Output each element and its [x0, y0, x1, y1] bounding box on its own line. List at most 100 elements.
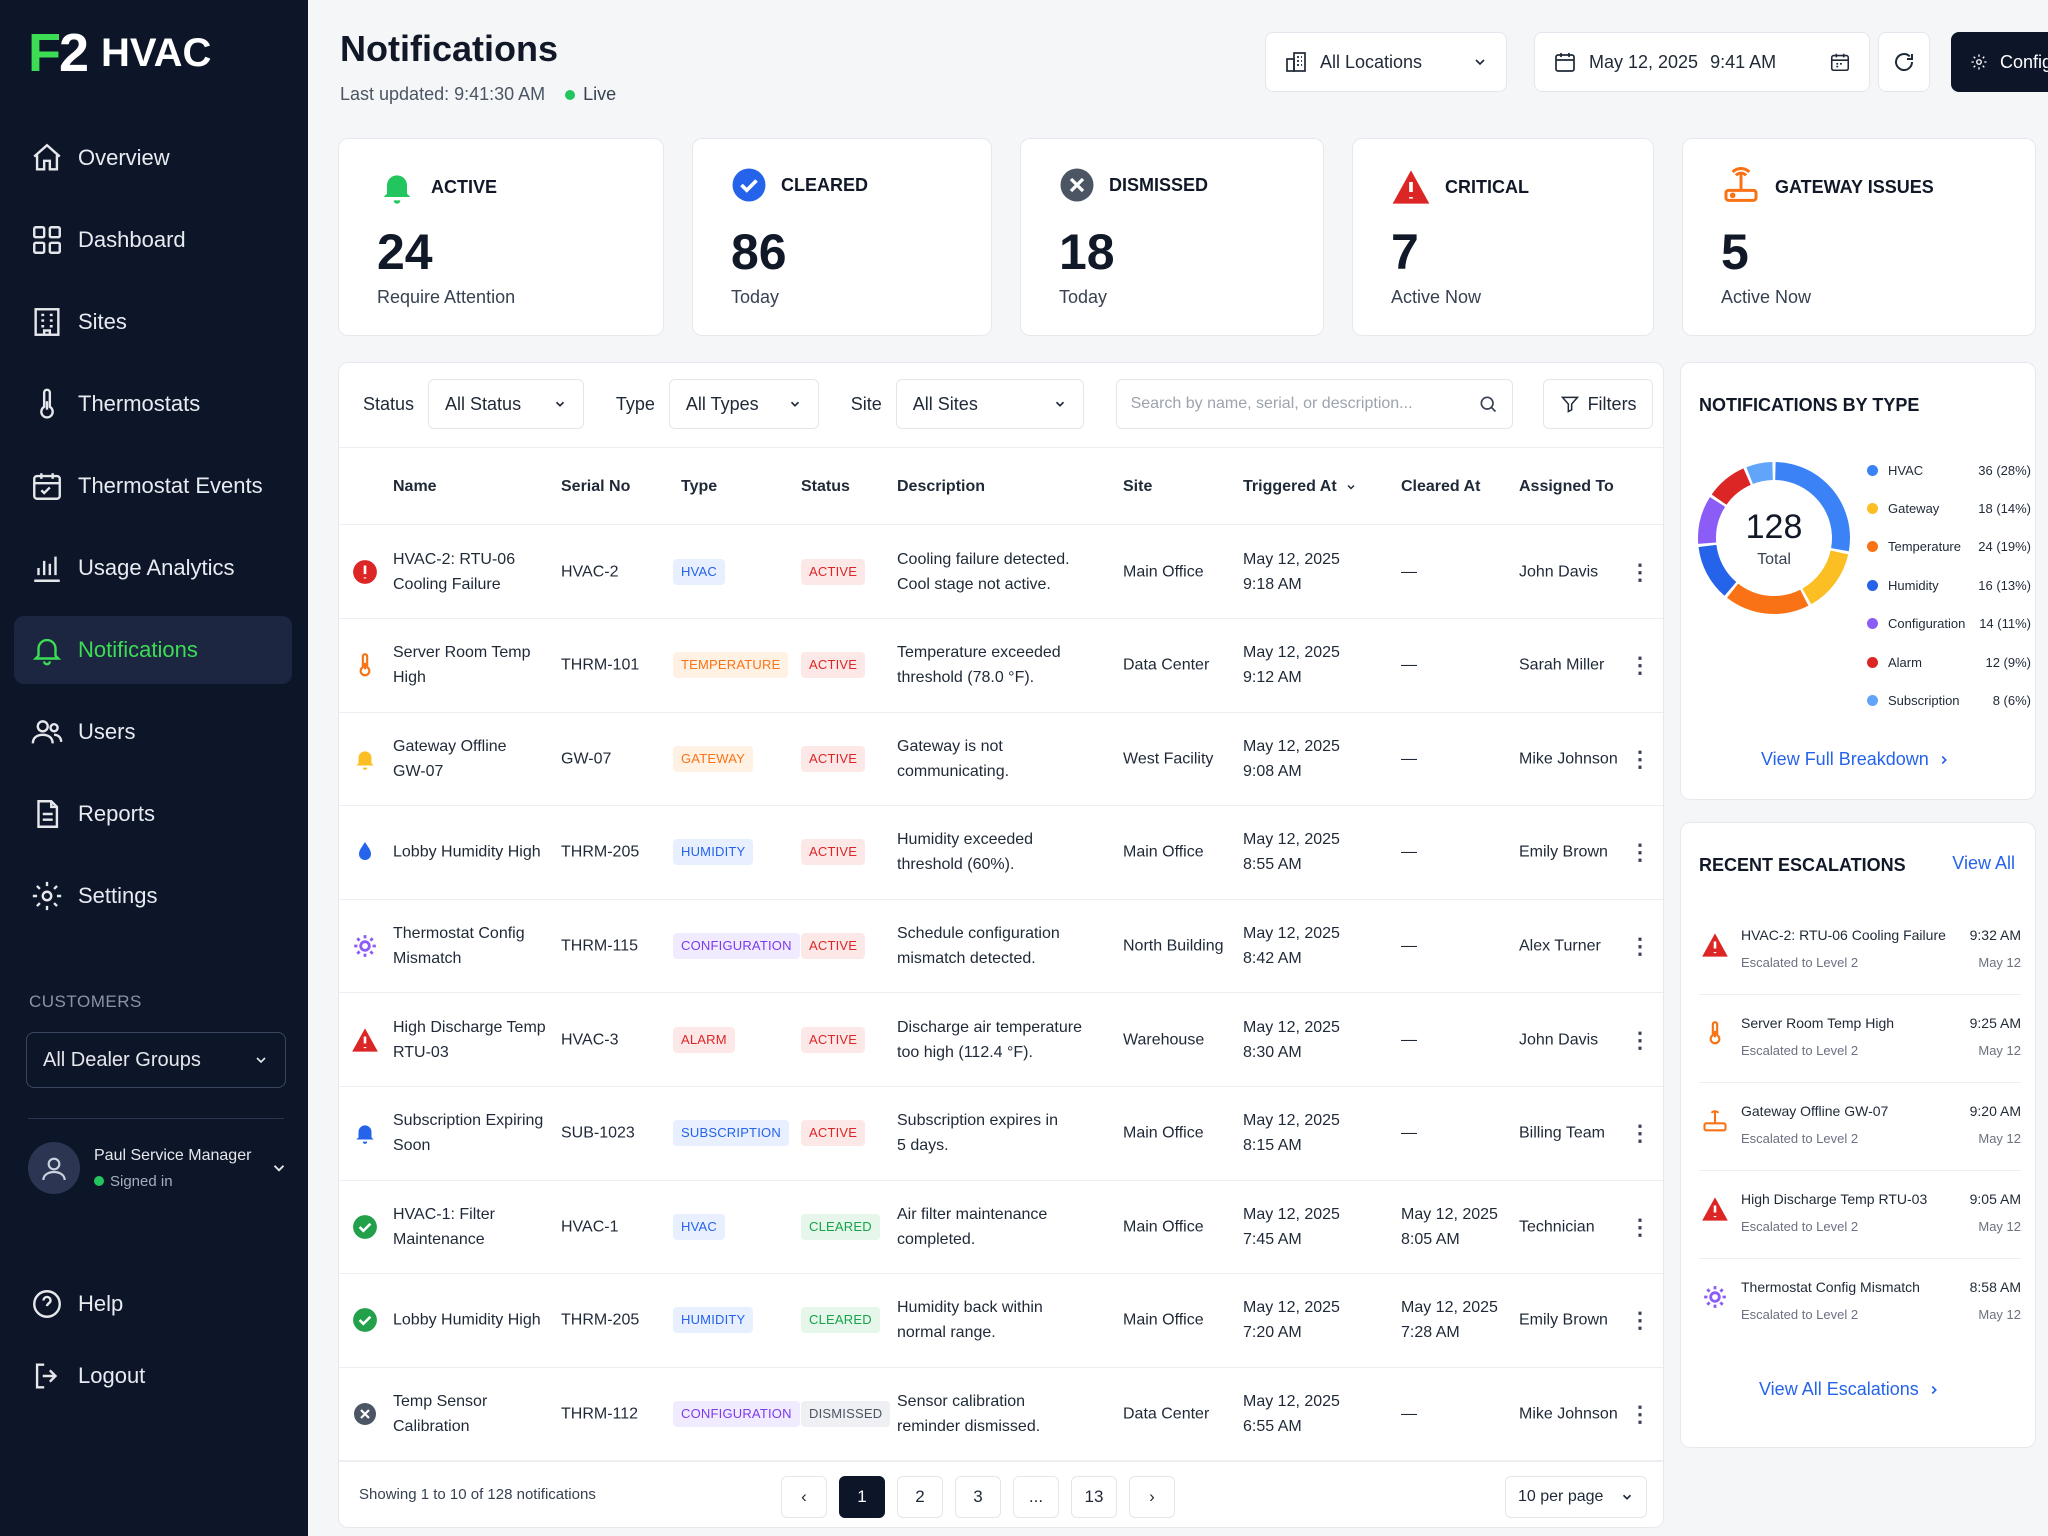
- nav-item-thermostat-events[interactable]: Thermostat Events: [14, 452, 292, 520]
- row-menu-icon[interactable]: ⋮: [1629, 746, 1651, 771]
- row-menu-icon[interactable]: ⋮: [1629, 1401, 1651, 1426]
- column-header-name[interactable]: Name: [393, 478, 437, 496]
- legend-item[interactable]: Gateway 18 (14%): [1867, 489, 2031, 527]
- status-filter-label: Status: [363, 393, 415, 414]
- nav-item-dashboard[interactable]: Dashboard: [14, 206, 292, 274]
- search-input[interactable]: Search by name, serial, or description..…: [1115, 379, 1514, 429]
- refresh-button[interactable]: [1878, 32, 1930, 92]
- row-name-line: RTU-03: [393, 1043, 449, 1061]
- column-header-status[interactable]: Status: [801, 478, 850, 496]
- page-button[interactable]: 13: [1071, 1476, 1117, 1518]
- escalation-item[interactable]: High Discharge Temp RTU-03 Escalated to L…: [1699, 1171, 2021, 1259]
- row-triggered-date: May 12, 2025: [1243, 924, 1340, 942]
- page-button[interactable]: 2: [897, 1476, 943, 1518]
- brand-logo[interactable]: F2 HVAC: [28, 26, 211, 80]
- per-page-select[interactable]: 10 per page: [1505, 1476, 1647, 1518]
- table-row[interactable]: High Discharge Temp RTU-03 HVAC-3 ALARM ACTI…: [339, 993, 1663, 1087]
- view-full-breakdown-link[interactable]: View Full Breakdown: [1761, 749, 1951, 770]
- legend-item[interactable]: Temperature 24 (19%): [1867, 528, 2031, 566]
- escalation-item[interactable]: Server Room Temp High Escalated to Level …: [1699, 995, 2021, 1083]
- table-row[interactable]: HVAC-2: RTU-06 Cooling Failure HVAC-2 HVAC A…: [339, 525, 1663, 619]
- nav-item-thermostats[interactable]: Thermostats: [14, 370, 292, 438]
- type-badge: HVAC: [673, 1213, 725, 1240]
- row-menu-icon[interactable]: ⋮: [1629, 933, 1651, 958]
- column-header-assigned[interactable]: Assigned To: [1519, 478, 1614, 496]
- nav-item-notifications[interactable]: Notifications: [14, 616, 292, 684]
- column-header-type[interactable]: Type: [681, 478, 717, 496]
- nav-item-settings[interactable]: Settings: [14, 862, 292, 930]
- chevron-down-icon[interactable]: [270, 1159, 288, 1177]
- nav-item-users[interactable]: Users: [14, 698, 292, 766]
- stat-card-cleared[interactable]: CLEARED 86 Today: [692, 138, 992, 336]
- escalation-item[interactable]: Thermostat Config Mismatch Escalated to L…: [1699, 1259, 2021, 1347]
- row-menu-icon[interactable]: ⋮: [1629, 1308, 1651, 1333]
- legend-name: Temperature: [1888, 539, 1961, 555]
- legend-item[interactable]: Humidity 16 (13%): [1867, 566, 2031, 604]
- escalation-item[interactable]: Gateway Offline GW-07 Escalated to Level …: [1699, 1083, 2021, 1171]
- building-icon: [1286, 52, 1306, 72]
- table-row[interactable]: Thermostat Config Mismatch THRM-115 CONFIGU…: [339, 899, 1663, 994]
- site-filter-select[interactable]: All Sites: [895, 379, 1084, 429]
- page-buttons: ‹ 1 2 3 ... 13 ›: [781, 1476, 1175, 1518]
- stat-card-dismissed[interactable]: DISMISSED 18 Today: [1020, 138, 1324, 336]
- row-description-line: 5 days.: [897, 1137, 949, 1155]
- filters-button[interactable]: Filters: [1543, 379, 1653, 429]
- row-site: Main Office: [1123, 1218, 1204, 1236]
- view-all-escalations-bottom-link[interactable]: View All Escalations: [1759, 1379, 1941, 1400]
- row-menu-icon[interactable]: ⋮: [1629, 1121, 1651, 1146]
- column-header-site[interactable]: Site: [1123, 478, 1152, 496]
- row-menu-icon[interactable]: ⋮: [1629, 559, 1651, 584]
- row-menu-icon[interactable]: ⋮: [1629, 1214, 1651, 1239]
- type-filter-select[interactable]: All Types: [668, 379, 819, 429]
- column-header-serial[interactable]: Serial No: [561, 478, 630, 496]
- row-description-line: Humidity back within: [897, 1299, 1043, 1317]
- status-filter-select[interactable]: All Status: [428, 379, 584, 429]
- nav-item-reports[interactable]: Reports: [14, 780, 292, 848]
- row-assigned: Emily Brown: [1519, 1311, 1608, 1329]
- table-row[interactable]: Server Room Temp High THRM-101 TEMPERATURE A…: [339, 619, 1663, 713]
- table-row[interactable]: HVAC-1: Filter Maintenance HVAC-1 HVAC CLEAR…: [339, 1180, 1663, 1275]
- sidebar-divider: [28, 1118, 284, 1119]
- stat-card-critical[interactable]: CRITICAL 7 Active Now: [1352, 138, 1654, 336]
- nav-item-logout[interactable]: Logout: [14, 1342, 292, 1410]
- legend-item[interactable]: Configuration 14 (11%): [1867, 605, 2031, 643]
- table-row[interactable]: Subscription Expiring Soon SUB-1023 SUBSCRI…: [339, 1087, 1663, 1181]
- user-menu[interactable]: Paul Service Manager Signed in: [28, 1142, 288, 1194]
- row-description: Humidity back within normal range.: [897, 1295, 1117, 1345]
- nav-item-overview[interactable]: Overview: [14, 124, 292, 192]
- nav-item-help[interactable]: Help: [14, 1270, 292, 1338]
- legend-item[interactable]: HVAC 36 (28%): [1867, 451, 2031, 489]
- legend-item[interactable]: Subscription 8 (6%): [1867, 681, 2031, 719]
- type-legend: HVAC 36 (28%) Gateway 18 (14%) Temperature 24…: [1867, 451, 2031, 720]
- row-menu-icon[interactable]: ⋮: [1629, 1027, 1651, 1052]
- date-picker[interactable]: May 12, 2025 9:41 AM: [1534, 32, 1870, 92]
- nav-item-usage-analytics[interactable]: Usage Analytics: [14, 534, 292, 602]
- column-header-description[interactable]: Description: [897, 478, 985, 496]
- location-select[interactable]: All Locations: [1265, 32, 1507, 92]
- escalation-item[interactable]: HVAC-2: RTU-06 Cooling Failure Escalated …: [1699, 907, 2021, 995]
- nav-item-sites[interactable]: Sites: [14, 288, 292, 356]
- row-menu-icon[interactable]: ⋮: [1629, 840, 1651, 865]
- prev-page-button[interactable]: ‹: [781, 1476, 827, 1518]
- page-button[interactable]: 3: [955, 1476, 1001, 1518]
- stat-card-active[interactable]: ACTIVE 24 Require Attention: [338, 138, 664, 336]
- config-button[interactable]: Config: [1951, 32, 2048, 92]
- table-row[interactable]: Temp Sensor Calibration THRM-112 CONFIGURAT…: [339, 1367, 1663, 1462]
- view-all-escalations-link[interactable]: View All: [1952, 853, 2015, 874]
- dealer-group-select[interactable]: All Dealer Groups: [26, 1032, 286, 1088]
- next-page-button[interactable]: ›: [1129, 1476, 1175, 1518]
- row-serial: HVAC-3: [561, 1031, 619, 1048]
- escalation-title: High Discharge Temp RTU-03: [1741, 1191, 1928, 1207]
- page-button[interactable]: 1: [839, 1476, 885, 1518]
- row-menu-icon[interactable]: ⋮: [1629, 653, 1651, 678]
- table-row[interactable]: Lobby Humidity High THRM-205 HUMIDITY ACTIV…: [339, 806, 1663, 900]
- table-row[interactable]: Gateway Offline GW-07 GW-07 GATEWAY ACTIVE Ga…: [339, 712, 1663, 807]
- escalation-date: May 12: [1978, 1219, 2021, 1234]
- column-header-triggered[interactable]: Triggered At: [1243, 478, 1357, 496]
- legend-item[interactable]: Alarm 12 (9%): [1867, 643, 2031, 681]
- table-row[interactable]: Lobby Humidity High THRM-205 HUMIDITY CLEAR…: [339, 1274, 1663, 1368]
- time-value: 9:41 AM: [1710, 51, 1777, 72]
- stat-card-gateway-issues[interactable]: GATEWAY ISSUES 5 Active Now: [1682, 138, 2036, 336]
- page-title: Notifications: [340, 28, 559, 69]
- column-header-cleared[interactable]: Cleared At: [1401, 478, 1480, 496]
